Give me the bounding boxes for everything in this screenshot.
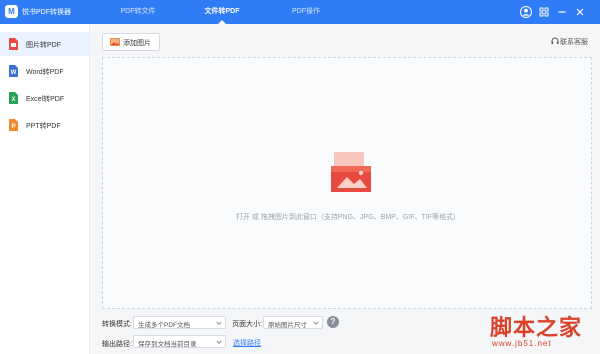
excel-file-icon: X	[9, 92, 18, 104]
svg-text:W: W	[11, 70, 17, 76]
app-title: 悦书PDF转换器	[22, 9, 71, 16]
customer-support-link[interactable]: 联系客服	[551, 37, 588, 47]
sidebar: 图片转PDF W Word转PDF X Excel转PDF P PPT转PDF	[0, 24, 90, 354]
conversion-mode-label: 转换模式:	[102, 321, 132, 328]
close-icon[interactable]	[574, 6, 586, 18]
chevron-down-icon	[216, 340, 222, 344]
page-size-label: 页面大小:	[232, 321, 262, 328]
user-icon[interactable]	[520, 6, 532, 18]
tab-file-to-pdf[interactable]: 文件转PDF	[192, 0, 252, 24]
svg-text:P: P	[11, 124, 15, 130]
drop-zone[interactable]: 打开 或 拖拽图片到此窗口（支持PNG、JPG、BMP、GIF、TIF等格式）	[102, 57, 592, 309]
sidebar-item-label: Word转PDF	[26, 69, 64, 76]
add-image-label: 添加图片	[123, 40, 151, 47]
sidebar-item-label: Excel转PDF	[26, 96, 65, 103]
word-file-icon: W	[9, 65, 18, 77]
chevron-down-icon	[216, 321, 222, 325]
drop-hint-text: 打开 或 拖拽图片到此窗口（支持PNG、JPG、BMP、GIF、TIF等格式）	[235, 214, 460, 221]
ppt-file-icon: P	[9, 119, 18, 131]
tab-pdf-operations[interactable]: PDF操作	[276, 0, 336, 24]
title-bar: M 悦书PDF转换器 PDF转文件 文件转PDF PDF操作	[0, 0, 600, 24]
output-path-label: 输出路径:	[102, 341, 132, 348]
add-image-button[interactable]: 添加图片	[102, 33, 160, 51]
conversion-mode-select[interactable]: 生成多个PDF文档	[133, 316, 226, 329]
svg-text:X: X	[11, 97, 15, 103]
help-icon[interactable]: ?	[327, 316, 339, 328]
image-placeholder-icon	[331, 152, 371, 192]
minimize-icon[interactable]	[556, 6, 568, 18]
sidebar-item-image-to-pdf[interactable]: 图片转PDF	[0, 32, 90, 56]
output-path-select[interactable]: 保存到文档当前目录	[133, 335, 226, 348]
page-size-value: 原始图片尺寸	[268, 322, 307, 329]
app-logo: M	[5, 5, 18, 18]
watermark-url: www.jb51.net	[492, 339, 552, 348]
image-file-icon	[9, 38, 18, 50]
headset-icon	[551, 37, 559, 44]
chevron-down-icon	[313, 321, 319, 325]
choose-path-link[interactable]: 选择路径	[233, 338, 261, 348]
sidebar-item-label: PPT转PDF	[26, 123, 61, 130]
output-path-value: 保存到文档当前目录	[138, 341, 197, 348]
page-size-select[interactable]: 原始图片尺寸	[263, 316, 323, 329]
tab-pdf-to-file[interactable]: PDF转文件	[108, 0, 168, 24]
sidebar-item-label: 图片转PDF	[26, 42, 61, 49]
grid-icon[interactable]	[538, 6, 550, 18]
sidebar-item-word-to-pdf[interactable]: W Word转PDF	[0, 59, 90, 83]
support-label: 联系客服	[560, 39, 588, 46]
watermark-text: 脚本之家	[490, 315, 583, 341]
image-icon	[110, 38, 120, 46]
sidebar-item-excel-to-pdf[interactable]: X Excel转PDF	[0, 86, 90, 110]
sidebar-item-ppt-to-pdf[interactable]: P PPT转PDF	[0, 113, 90, 137]
conversion-mode-value: 生成多个PDF文档	[138, 322, 190, 329]
